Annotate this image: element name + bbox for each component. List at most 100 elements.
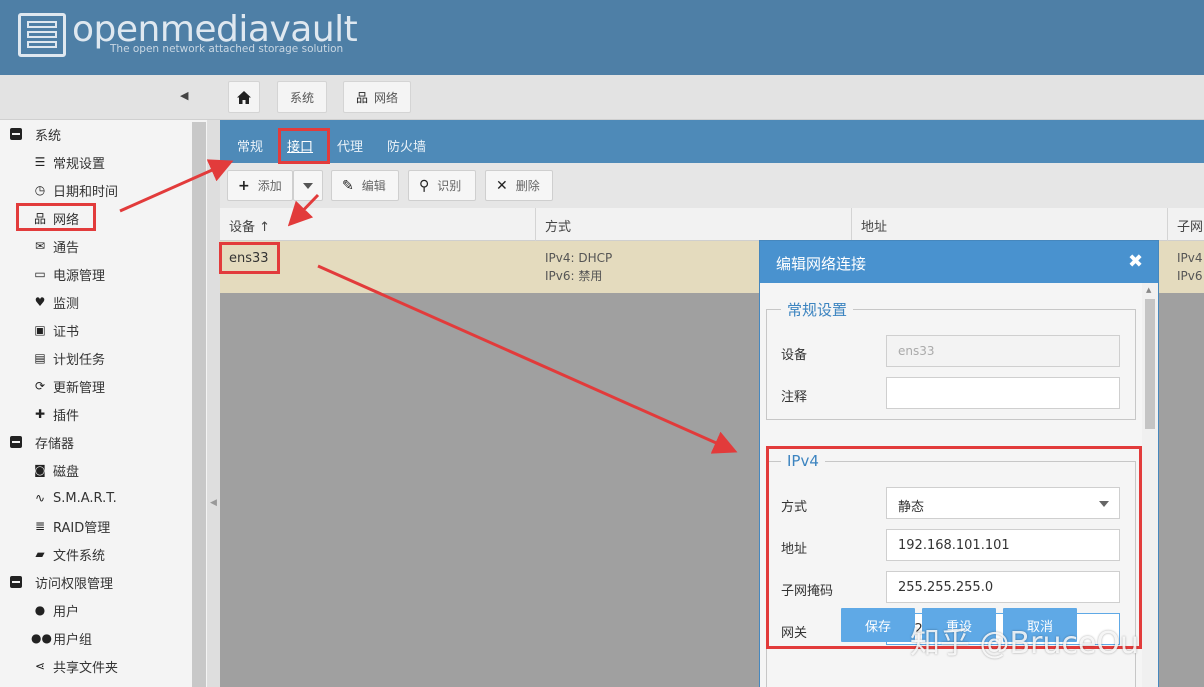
collapse-sidebar-icon[interactable]: ◀ — [180, 89, 194, 103]
comment-label: 注释 — [781, 390, 808, 405]
server-logo-icon — [18, 13, 66, 57]
collapse-minus-icon — [10, 436, 22, 448]
sidebar-item-scheduled-jobs[interactable]: ▤ 计划任务 — [31, 346, 105, 370]
close-icon[interactable]: ✖ — [1128, 251, 1143, 272]
comment-field[interactable] — [886, 377, 1120, 409]
sidebar-item-label: 文件系统 — [53, 548, 106, 564]
battery-icon: ▭ — [34, 267, 46, 281]
refresh-icon: ⟳ — [34, 379, 46, 393]
breadcrumb-system[interactable]: 系统 — [277, 81, 327, 113]
certificate-icon: ▣ — [34, 323, 46, 337]
scroll-up-icon: ▲ — [1146, 286, 1152, 294]
search-icon: ⚲ — [419, 177, 430, 194]
sliders-icon: ☰ — [34, 155, 46, 169]
sidebar-item-certificates[interactable]: ▣ 证书 — [31, 318, 79, 342]
sidebar-item-updates[interactable]: ⟳ 更新管理 — [31, 374, 105, 398]
database-icon: ≣ — [34, 519, 46, 533]
grid-toolbar: + 添加 ✎ 编辑 ⚲ 识别 ✕ 删除 — [220, 163, 1204, 208]
sidebar-item-label: S.M.A.R.T. — [53, 490, 117, 506]
home-icon — [237, 90, 251, 104]
tab-general[interactable]: 常规 — [237, 136, 263, 155]
cell-method-ipv4: IPv4: DHCP — [545, 251, 613, 265]
plus-icon: + — [238, 177, 250, 194]
add-dropdown-button[interactable] — [293, 170, 323, 201]
annotation-box-network-item — [16, 203, 96, 231]
column-header-device[interactable]: 设备 ↑ — [220, 208, 536, 241]
sidebar-item-users[interactable]: ● 用户 — [31, 598, 79, 622]
device-label: 设备 — [781, 348, 808, 363]
splitter-handle-icon: ◀ — [210, 498, 217, 508]
tab-proxy[interactable]: 代理 — [337, 136, 363, 155]
annotation-box-interfaces-tab — [278, 128, 330, 164]
device-field: ens33 — [886, 335, 1120, 367]
sidebar-item-plugins[interactable]: ✚ 插件 — [31, 402, 79, 426]
sidebar-item-disks[interactable]: ◙ 磁盘 — [31, 458, 79, 482]
sidebar-group-access-rights[interactable]: 访问权限管理 — [10, 570, 113, 594]
sidebar-item-filesystems[interactable]: ▰ 文件系统 — [31, 542, 105, 566]
sidebar-item-label: 插件 — [53, 408, 80, 424]
breadcrumb-bar: ◀ 系统 品 网络 — [0, 75, 1204, 120]
sidebar-group-storage[interactable]: 存储器 — [10, 430, 74, 454]
grid-header: 设备 ↑ 方式 地址 子网 — [220, 208, 1204, 241]
envelope-icon: ✉ — [34, 239, 46, 253]
sidebar-splitter[interactable]: ◀ — [207, 120, 220, 687]
watermark: 知乎 @BruceOu — [910, 626, 1140, 661]
scrollbar-thumb[interactable] — [1145, 299, 1155, 429]
sidebar-item-power[interactable]: ▭ 电源管理 — [31, 262, 105, 286]
dialog-scrollbar[interactable]: ▲ — [1142, 283, 1158, 687]
identify-button-label: 识别 — [437, 179, 462, 193]
clock-icon: ◷ — [34, 183, 46, 197]
folder-icon: ▰ — [35, 547, 45, 561]
sidebar-group-label: 访问权限管理 — [35, 576, 114, 592]
pulse-icon: ∿ — [34, 491, 46, 505]
disk-icon: ◙ — [34, 463, 46, 477]
breadcrumb-home[interactable] — [228, 81, 260, 113]
sidebar-item-label: 常规设置 — [53, 156, 106, 172]
close-icon: ✕ — [496, 177, 508, 194]
sidebar-item-label: 电源管理 — [53, 268, 106, 284]
delete-button[interactable]: ✕ 删除 — [485, 170, 553, 201]
share-icon: ⋖ — [34, 659, 46, 673]
sidebar-item-label: 日期和时间 — [53, 184, 119, 200]
sidebar-item-label: 更新管理 — [53, 380, 106, 396]
sidebar-item-groups[interactable]: ●● 用户组 — [31, 626, 92, 650]
sidebar-item-label: 通告 — [53, 240, 80, 256]
calendar-clock-icon: ▤ — [34, 351, 46, 365]
sidebar-item-label: 证书 — [53, 324, 80, 340]
breadcrumb-network-label: 网络 — [374, 90, 399, 105]
cell-subnet-ipv4: IPv4 — [1177, 251, 1203, 265]
sidebar-scrollbar[interactable] — [192, 122, 206, 687]
sidebar-group-system[interactable]: 系统 — [10, 122, 61, 146]
sidebar-item-notification[interactable]: ✉ 通告 — [31, 234, 79, 258]
sidebar-item-datetime[interactable]: ◷ 日期和时间 — [31, 178, 118, 202]
delete-button-label: 删除 — [515, 179, 540, 193]
app-tagline: The open network attached storage soluti… — [110, 43, 344, 55]
heartbeat-icon: ♥ — [34, 295, 46, 309]
sidebar-item-label: 磁盘 — [53, 464, 80, 480]
cell-subnet-ipv6: IPv6 — [1177, 269, 1203, 283]
collapse-minus-icon — [10, 576, 22, 588]
annotation-box-device-cell — [219, 242, 280, 274]
sidebar-item-label: 用户组 — [53, 632, 93, 648]
sidebar-group-label: 存储器 — [35, 436, 75, 452]
chevron-down-icon — [303, 182, 313, 189]
sidebar-item-monitoring[interactable]: ♥ 监测 — [31, 290, 79, 314]
sidebar-item-label: 共享文件夹 — [53, 660, 119, 676]
column-header-method[interactable]: 方式 — [536, 208, 852, 241]
add-button[interactable]: + 添加 — [227, 170, 293, 201]
add-button-label: 添加 — [257, 179, 282, 193]
tab-firewall[interactable]: 防火墙 — [387, 136, 426, 155]
breadcrumb-network[interactable]: 品 网络 — [343, 81, 411, 113]
column-header-address[interactable]: 地址 — [852, 208, 1168, 241]
app-header: openmediavault The open network attached… — [0, 0, 1204, 75]
sidebar-item-label: RAID管理 — [53, 520, 111, 536]
sidebar-item-shared-folders[interactable]: ⋖ 共享文件夹 — [31, 654, 118, 678]
sidebar-item-raid[interactable]: ≣ RAID管理 — [31, 514, 110, 538]
sidebar-item-smart[interactable]: ∿ S.M.A.R.T. — [31, 486, 117, 510]
sidebar-item-general[interactable]: ☰ 常规设置 — [31, 150, 105, 174]
general-settings-legend: 常规设置 — [787, 301, 848, 319]
identify-button[interactable]: ⚲ 识别 — [408, 170, 476, 201]
edit-button[interactable]: ✎ 编辑 — [331, 170, 399, 201]
column-header-subnet[interactable]: 子网 — [1168, 208, 1204, 241]
sidebar-item-label: 用户 — [53, 604, 80, 620]
